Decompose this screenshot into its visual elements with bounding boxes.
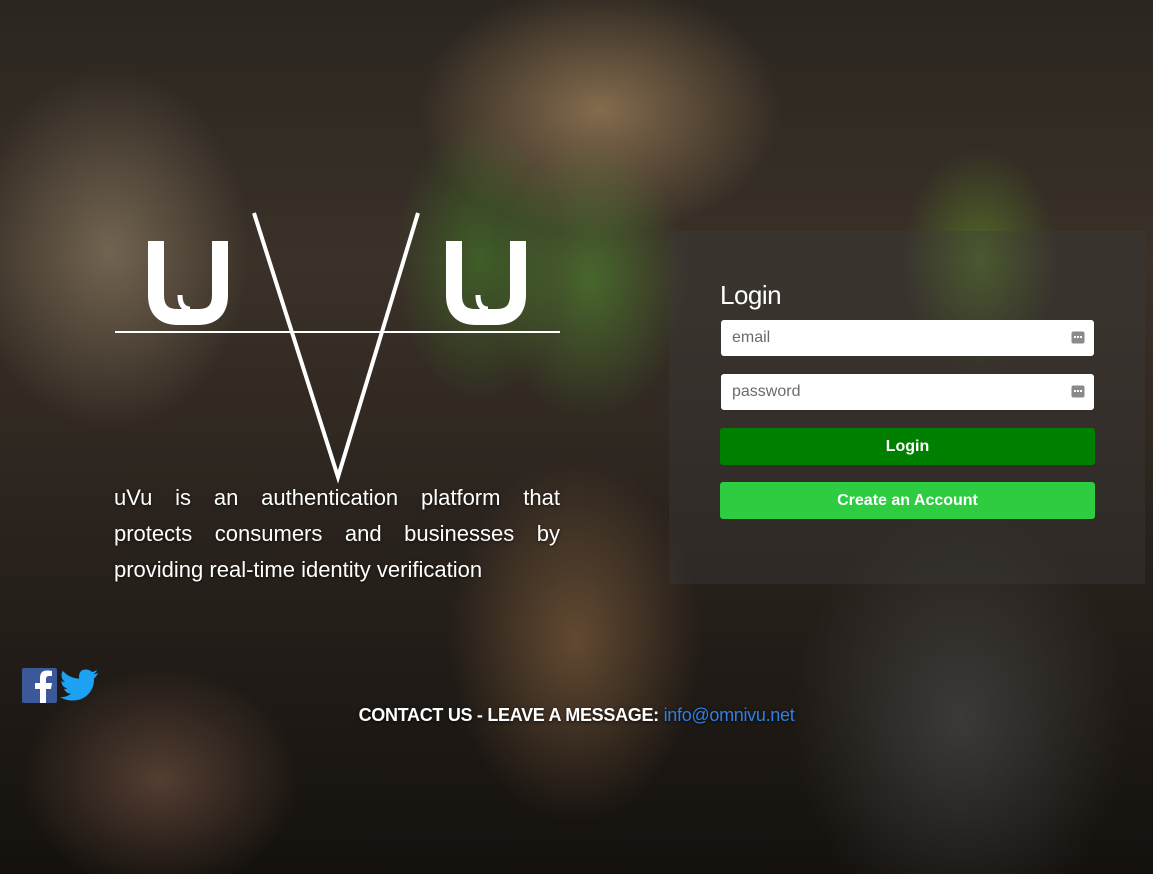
facebook-icon[interactable] [22, 668, 57, 703]
email-field[interactable] [721, 320, 1094, 356]
login-button[interactable]: Login [720, 428, 1095, 465]
uvu-logo [115, 212, 560, 484]
twitter-icon[interactable] [60, 668, 100, 703]
password-input[interactable] [721, 374, 1062, 410]
password-field[interactable] [721, 374, 1094, 410]
contact-line: CONTACT US - LEAVE A MESSAGE: info@omniv… [0, 705, 1153, 726]
email-input[interactable] [721, 320, 1062, 356]
create-account-button[interactable]: Create an Account [720, 482, 1095, 519]
autofill-keyboard-icon[interactable] [1071, 331, 1085, 344]
contact-label: CONTACT US - LEAVE A MESSAGE: [358, 705, 664, 725]
background-photo: uVu is an authentication platform that p… [0, 0, 1153, 874]
autofill-keyboard-icon[interactable] [1071, 385, 1085, 398]
login-title: Login [720, 280, 782, 310]
social-links [22, 668, 100, 703]
tagline: uVu is an authentication platform that p… [114, 485, 560, 582]
contact-email-link[interactable]: info@omnivu.net [664, 705, 795, 725]
